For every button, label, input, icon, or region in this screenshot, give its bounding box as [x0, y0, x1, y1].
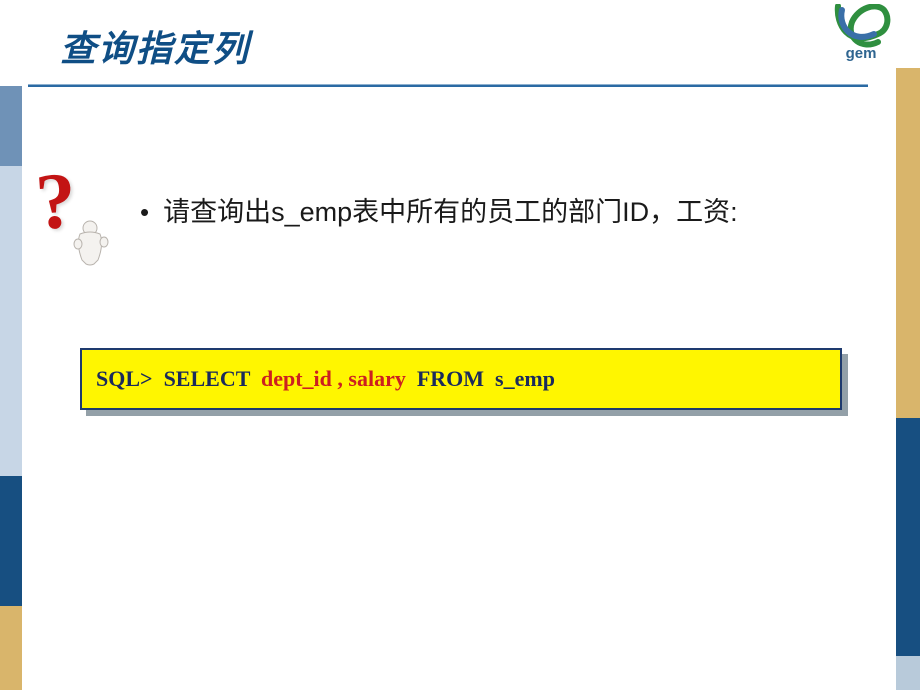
- bullet-dot: •: [140, 199, 149, 225]
- slide-title: 查询指定列: [60, 20, 250, 72]
- left-decorative-bar: [0, 86, 22, 690]
- logo-text: gem: [846, 45, 877, 62]
- sql-columns: dept_id , salary: [261, 366, 406, 392]
- question-mark-icon: ?: [36, 168, 124, 268]
- question-text: • 请查询出s_emp表中所有的员工的部门ID，工资:: [140, 190, 880, 229]
- slide: 查询指定列 gem ? • 请查询出s_emp表中所有的员工的部门ID，工资: …: [0, 0, 920, 690]
- question-content: 请查询出s_emp表中所有的员工的部门ID，工资:: [163, 190, 738, 229]
- person-figure-icon: [70, 220, 114, 266]
- sql-from-clause: FROM s_emp: [406, 366, 555, 392]
- gem-logo: gem: [828, 4, 894, 70]
- sql-code-box: SQL> SELECT dept_id , salary FROM s_emp: [80, 348, 842, 410]
- sql-prompt: SQL>: [96, 366, 164, 392]
- sql-select-keyword: SELECT: [164, 366, 261, 392]
- right-decorative-bar: [896, 0, 920, 690]
- title-underline: [28, 84, 868, 87]
